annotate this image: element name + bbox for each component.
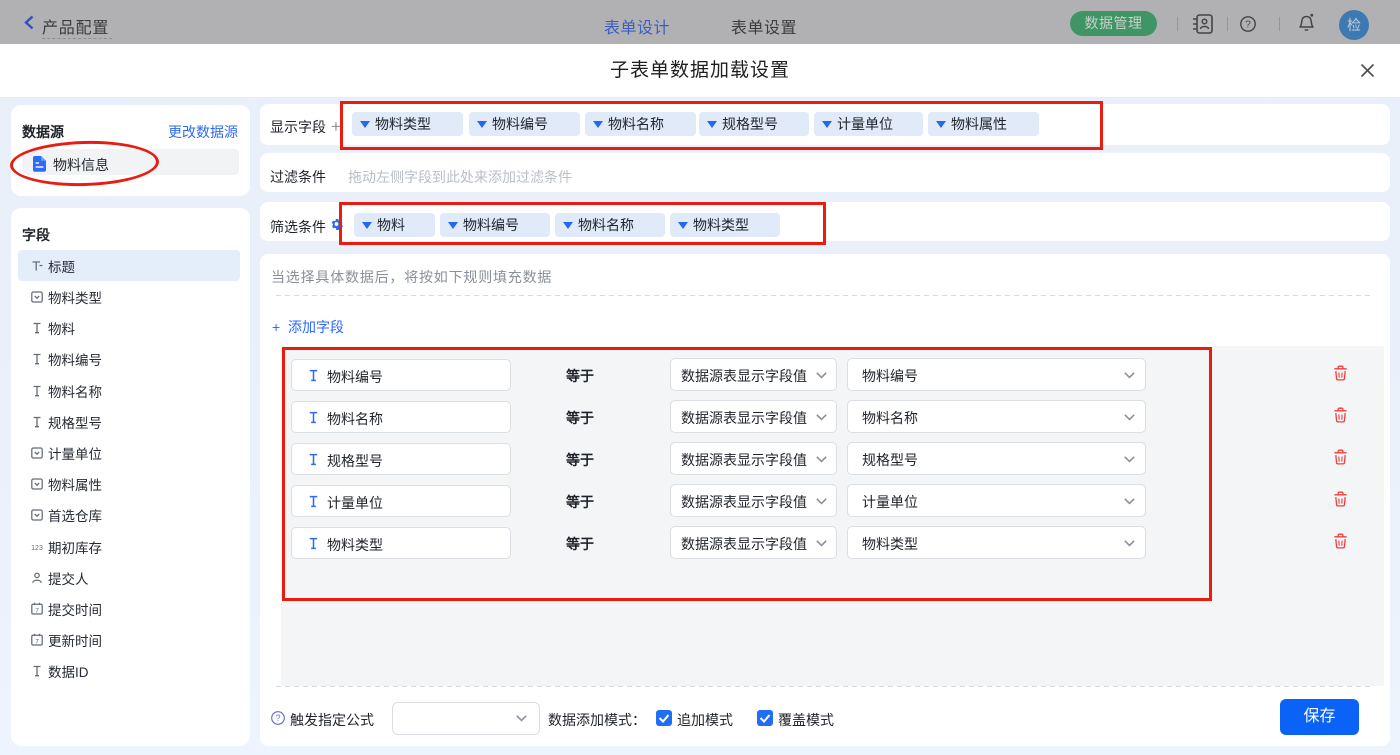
svg-text:123: 123 — [31, 544, 43, 551]
svg-text:7: 7 — [35, 607, 39, 614]
svg-text:?: ? — [1245, 20, 1251, 31]
svg-text:7: 7 — [35, 638, 39, 645]
svg-text:?: ? — [276, 713, 281, 723]
